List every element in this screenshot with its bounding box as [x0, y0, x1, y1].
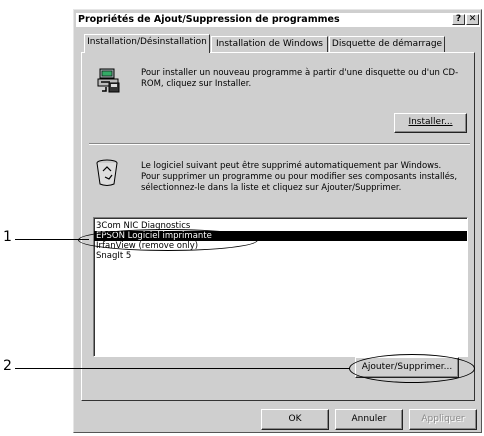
- close-button[interactable]: ✕: [466, 14, 479, 25]
- ok-button[interactable]: OK: [261, 409, 329, 430]
- cancel-button[interactable]: Annuler: [335, 409, 403, 430]
- help-button[interactable]: ?: [452, 14, 465, 25]
- callout-line-2: [15, 368, 350, 369]
- recycle-bin-icon: [94, 157, 122, 187]
- uninstall-description: Le logiciel suivant peut être supprimé a…: [141, 161, 458, 193]
- dialog-title: Propriétés de Ajout/Suppression de progr…: [76, 13, 480, 27]
- tab-installation-windows[interactable]: Installation de Windows: [211, 36, 328, 52]
- install-disk-icon: [97, 67, 123, 93]
- callout-number-2: 2: [3, 358, 12, 374]
- callout-ellipse-1: [78, 229, 258, 251]
- apply-button[interactable]: Appliquer: [409, 409, 477, 430]
- tab-disquette-demarrage[interactable]: Disquette de démarrage: [329, 36, 445, 52]
- install-button[interactable]: Installer...: [394, 113, 467, 133]
- install-description: Pour installer un nouveau programme à pa…: [141, 68, 459, 89]
- callout-number-1: 1: [3, 229, 12, 245]
- section-divider: [89, 143, 470, 145]
- tab-installation-desinstallation[interactable]: Installation/Désinstallation: [84, 34, 210, 53]
- callout-ellipse-2: [349, 354, 475, 383]
- list-item[interactable]: SnagIt 5: [94, 251, 467, 261]
- install-button-label: Installer...: [408, 117, 453, 127]
